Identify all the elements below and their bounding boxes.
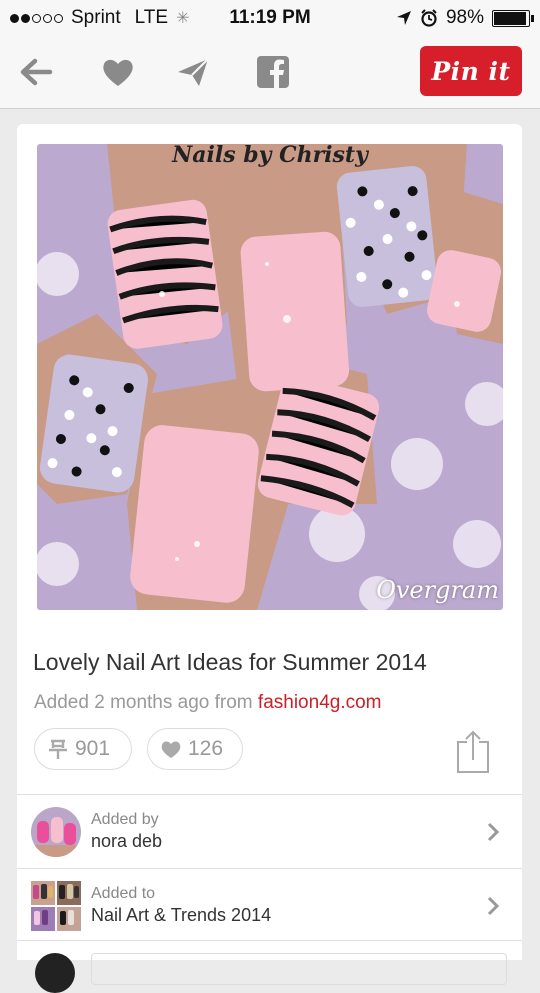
location-icon [396,11,411,25]
share-icon[interactable] [455,730,491,774]
send-icon[interactable] [175,54,211,90]
battery-icon [492,9,534,27]
image-credit: Overgram [376,576,499,604]
added-to-label: Added to [91,885,156,902]
source-link[interactable]: fashion4g.com [258,692,382,713]
battery-percent: 98% [445,7,484,28]
nail-art-photo [37,144,503,610]
toolbar: Pin it [0,36,540,109]
pin-card: Nails by Christy Overgram Lovely Nail Ar… [17,124,522,993]
commenter-avatar [35,953,75,993]
pin-icon [49,739,67,759]
like-count: 126 [188,737,224,760]
alarm-icon [421,9,437,27]
repin-count-button[interactable]: 901 [34,728,132,770]
like-count-button[interactable]: 126 [147,728,243,770]
pin-it-button[interactable]: Pin it [420,46,522,96]
added-by-row[interactable]: Added by nora deb [17,794,522,869]
user-avatar [31,807,81,857]
chevron-right-icon [487,822,500,842]
status-bar: Sprint LTE ✳ 11:19 PM 98% [0,0,540,36]
pin-image[interactable]: Nails by Christy Overgram [37,144,503,610]
board-thumbnail [31,881,81,931]
chevron-right-icon [487,896,500,916]
back-arrow-icon[interactable] [18,54,54,90]
heart-icon [161,741,181,758]
repin-count: 901 [75,737,111,760]
status-right: 98% [396,7,534,29]
added-by-name: nora deb [91,831,163,851]
added-prefix: Added 2 months ago from [34,692,253,713]
added-by-label: Added by [91,811,159,828]
added-to-row[interactable]: Added to Nail Art & Trends 2014 [17,868,522,943]
pin-source-line: Added 2 months ago from fashion4g.com [34,692,382,714]
image-watermark: Nails by Christy [172,144,368,168]
pin-title: Lovely Nail Art Ideas for Summer 2014 [33,649,427,675]
comment-input-edge[interactable] [91,953,507,985]
comment-row-peek [17,940,522,993]
facebook-icon[interactable] [255,54,291,90]
heart-icon[interactable] [100,54,136,90]
board-name: Nail Art & Trends 2014 [91,905,272,925]
